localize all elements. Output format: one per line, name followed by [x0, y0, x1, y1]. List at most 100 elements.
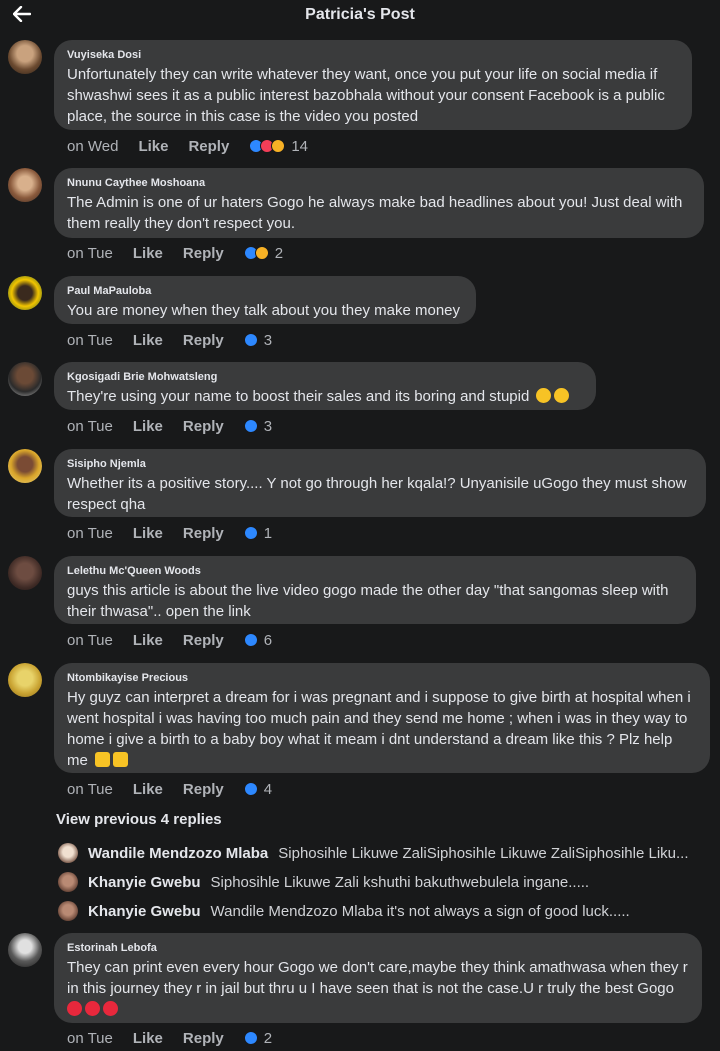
comment-text: guys this article is about the live vide…	[67, 582, 669, 620]
avatar[interactable]	[8, 933, 42, 967]
comment-author[interactable]: Estorinah Lebofa	[67, 941, 689, 955]
reply-button[interactable]: Reply	[183, 781, 224, 798]
comment-text: They can print even every hour Gogo we d…	[67, 957, 689, 1020]
like-reaction-icon	[243, 633, 258, 647]
rolling-eyes-emoji-icon	[536, 388, 552, 403]
folded-hands-emoji-icon	[113, 752, 129, 767]
like-reaction-icon	[243, 333, 258, 347]
reaction-count[interactable]: 3	[264, 418, 272, 435]
reaction-icons[interactable]	[243, 782, 258, 796]
reaction-count[interactable]: 14	[291, 138, 308, 155]
avatar[interactable]	[8, 40, 42, 74]
reply-preview-row[interactable]: Khanyie Gwebu Wandile Mendzozo Mlaba it'…	[58, 900, 630, 922]
reaction-count[interactable]: 2	[264, 1030, 272, 1047]
comment-author[interactable]: Kgosigadi Brie Mohwatsleng	[67, 370, 583, 384]
comment-time[interactable]: on Tue	[67, 245, 113, 262]
reaction-count[interactable]: 2	[275, 245, 283, 262]
top-bar: Patricia's Post	[0, 0, 720, 32]
avatar[interactable]	[8, 556, 42, 590]
reply-preview-row[interactable]: Wandile Mendzozo Mlaba Siphosihle Likuwe…	[58, 842, 689, 864]
reaction-count[interactable]: 3	[264, 332, 272, 349]
comment-text: Whether its a positive story.... Y not g…	[67, 475, 687, 513]
comment-author[interactable]: Paul MaPauloba	[67, 284, 463, 298]
reply-text: Siphosihle Likuwe ZaliSiphosihle Likuwe …	[278, 844, 689, 862]
like-button[interactable]: Like	[133, 632, 163, 649]
comment-text-body: They can print even every hour Gogo we d…	[67, 959, 688, 997]
comment-bubble: Lelethu Mc'Queen Woods guys this article…	[54, 556, 696, 624]
reaction-icons[interactable]	[243, 419, 258, 433]
comment-text: You are money when they talk about you t…	[67, 302, 461, 319]
reaction-icons[interactable]	[243, 333, 258, 347]
comment-text: Unfortunately they can write whatever th…	[67, 66, 665, 125]
reaction-icons[interactable]	[249, 139, 286, 153]
comment-actions: on Tue Like Reply 3	[67, 416, 272, 436]
reply-button[interactable]: Reply	[188, 138, 229, 155]
comment-actions: on Tue Like Reply 3	[67, 330, 272, 350]
like-button[interactable]: Like	[133, 418, 163, 435]
reply-author[interactable]: Khanyie Gwebu	[88, 903, 201, 920]
reply-text: Wandile Mendzozo Mlaba it's not always a…	[210, 902, 630, 920]
like-button[interactable]: Like	[133, 245, 163, 262]
comment-author[interactable]: Sisipho Njemla	[67, 457, 693, 471]
reaction-icons[interactable]	[243, 1031, 258, 1045]
reaction-icons[interactable]	[243, 633, 258, 647]
comment-bubble: Paul MaPauloba You are money when they t…	[54, 276, 476, 324]
reply-author[interactable]: Khanyie Gwebu	[88, 874, 201, 891]
comment-bubble: Estorinah Lebofa They can print even eve…	[54, 933, 702, 1023]
haha-reaction-icon	[254, 246, 269, 260]
page-title: Patricia's Post	[305, 6, 415, 23]
comment-text-body: They're using your name to boost their s…	[67, 388, 530, 405]
comment-time[interactable]: on Tue	[67, 1030, 113, 1047]
comment-time[interactable]: on Tue	[67, 525, 113, 542]
reaction-icons[interactable]	[243, 246, 269, 260]
reply-button[interactable]: Reply	[183, 1030, 224, 1047]
reply-author[interactable]: Wandile Mendzozo Mlaba	[88, 845, 268, 862]
comment-author[interactable]: Nnunu Caythee Moshoana	[67, 176, 691, 190]
comment-bubble: Ntombikayise Precious Hy guyz can interp…	[54, 663, 710, 773]
comment-bubble: Vuyiseka Dosi Unfortunately they can wri…	[54, 40, 692, 130]
avatar[interactable]	[58, 901, 78, 921]
reaction-count[interactable]: 6	[264, 632, 272, 649]
comment-actions: on Tue Like Reply 1	[67, 523, 272, 543]
like-button[interactable]: Like	[133, 525, 163, 542]
red-heart-emoji-icon	[103, 1001, 118, 1016]
avatar[interactable]	[8, 663, 42, 697]
comment-author[interactable]: Lelethu Mc'Queen Woods	[67, 564, 683, 578]
comment-actions: on Tue Like Reply 2	[67, 243, 283, 263]
comment-actions: on Tue Like Reply 4	[67, 779, 272, 799]
comment-time[interactable]: on Tue	[67, 332, 113, 349]
haha-reaction-icon	[271, 139, 286, 153]
comment-time[interactable]: on Wed	[67, 138, 118, 155]
avatar[interactable]	[58, 843, 78, 863]
avatar[interactable]	[8, 276, 42, 310]
comment-actions: on Wed Like Reply 14	[67, 136, 308, 156]
reply-preview-row[interactable]: Khanyie Gwebu Siphosihle Likuwe Zali ksh…	[58, 871, 589, 893]
reaction-count[interactable]: 1	[264, 525, 272, 542]
view-previous-replies-link[interactable]: View previous 4 replies	[56, 811, 222, 828]
comment-author[interactable]: Vuyiseka Dosi	[67, 48, 679, 62]
like-button[interactable]: Like	[133, 781, 163, 798]
reaction-icons[interactable]	[243, 526, 258, 540]
avatar[interactable]	[8, 362, 42, 396]
reply-button[interactable]: Reply	[183, 632, 224, 649]
avatar[interactable]	[8, 168, 42, 202]
reply-button[interactable]: Reply	[183, 418, 224, 435]
avatar[interactable]	[58, 872, 78, 892]
reply-button[interactable]: Reply	[183, 525, 224, 542]
reply-button[interactable]: Reply	[183, 245, 224, 262]
comment-time[interactable]: on Tue	[67, 781, 113, 798]
like-reaction-icon	[243, 526, 258, 540]
like-button[interactable]: Like	[133, 332, 163, 349]
like-button[interactable]: Like	[133, 1030, 163, 1047]
reaction-count[interactable]: 4	[264, 781, 272, 798]
reply-button[interactable]: Reply	[183, 332, 224, 349]
like-button[interactable]: Like	[138, 138, 168, 155]
comment-author[interactable]: Ntombikayise Precious	[67, 671, 697, 685]
comment-text-body: Hy guyz can interpret a dream for i was …	[67, 689, 691, 769]
comment-time[interactable]: on Tue	[67, 632, 113, 649]
red-heart-emoji-icon	[67, 1001, 82, 1016]
comment-text: They're using your name to boost their s…	[67, 386, 583, 407]
avatar[interactable]	[8, 449, 42, 483]
comment-actions: on Tue Like Reply 6	[67, 630, 272, 650]
comment-time[interactable]: on Tue	[67, 418, 113, 435]
